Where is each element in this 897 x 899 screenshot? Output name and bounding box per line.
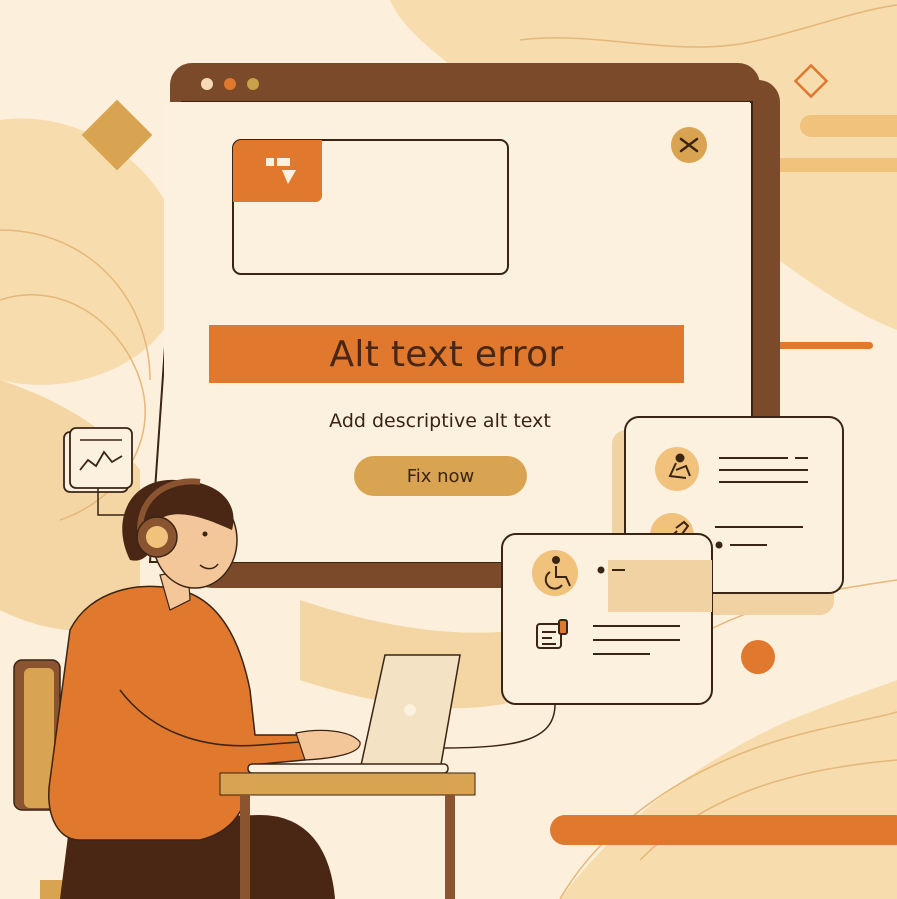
bar-bottom (550, 815, 897, 845)
scene-artwork (0, 0, 897, 899)
person-eye (202, 531, 208, 537)
error-title: Alt text error (329, 333, 564, 375)
person-body (48, 585, 306, 841)
dot-orange (741, 640, 775, 674)
desk-leg-left (240, 795, 250, 899)
laptop-base (247, 763, 449, 774)
bg-blob-bottom-right (560, 680, 897, 899)
person-hand (295, 729, 361, 761)
logo-tab (233, 140, 322, 202)
cable (439, 703, 556, 749)
card-left (501, 533, 713, 705)
window-dot-2 (224, 78, 236, 90)
desk-leg-right (445, 795, 455, 899)
bg-blob-left (0, 118, 185, 385)
window-dot-1 (201, 78, 213, 90)
error-message: Add descriptive alt text (329, 410, 551, 432)
illustration-stage: Alt text error Add descriptive alt text … (0, 0, 897, 899)
bar-right-middle (775, 158, 897, 172)
desk-top (219, 772, 476, 796)
error-title-bar: Alt text error (209, 325, 684, 383)
bar-right-line (765, 342, 873, 349)
fix-now-button[interactable]: Fix now (354, 456, 527, 496)
window-dot-3 (247, 78, 259, 90)
bar-right-top (800, 115, 897, 137)
